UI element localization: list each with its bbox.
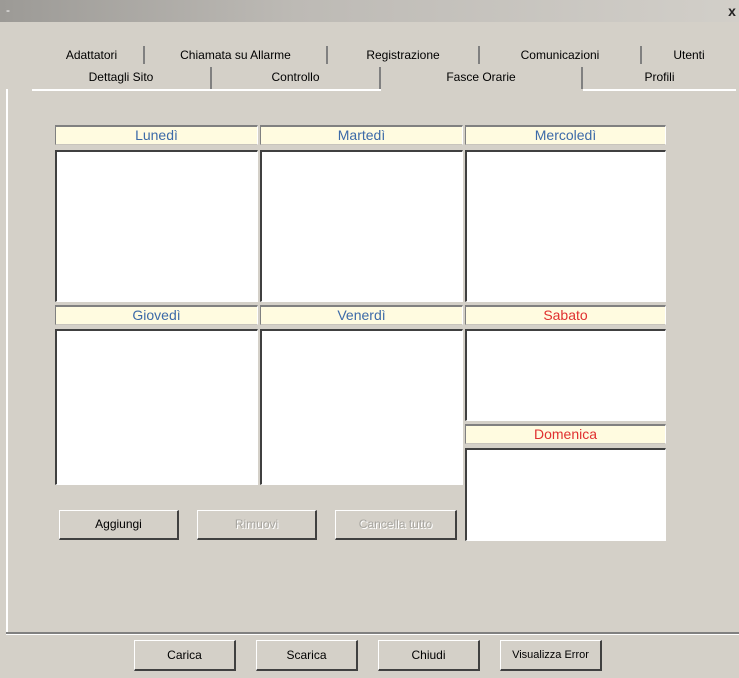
title-bar: - x xyxy=(0,0,739,22)
day-header-wednesday: Mercoledì xyxy=(465,125,666,145)
day-header-saturday: Sabato xyxy=(465,305,666,325)
thursday-schedule-list[interactable] xyxy=(55,329,258,485)
footer-divider-highlight xyxy=(6,634,739,635)
close-button[interactable]: Chiudi xyxy=(378,640,480,671)
remove-button[interactable]: Rimuovi xyxy=(197,510,317,540)
add-button[interactable]: Aggiungi xyxy=(59,510,179,540)
close-icon[interactable]: x xyxy=(725,2,739,20)
selected-tab-gap xyxy=(381,89,583,91)
window-title: - xyxy=(6,3,10,17)
tab-row-bottom: Dettagli Sito Controllo Fasce Orarie Pro… xyxy=(32,67,736,89)
friday-schedule-list[interactable] xyxy=(260,329,463,485)
clear-all-button[interactable]: Cancella tutto xyxy=(335,510,457,540)
tuesday-schedule-list[interactable] xyxy=(260,150,463,302)
tab-row-top: Adattatori Chiamata su Allarme Registraz… xyxy=(40,46,736,64)
panel-border xyxy=(6,89,8,633)
day-header-friday: Venerdì xyxy=(260,305,463,325)
day-header-thursday: Giovedì xyxy=(55,305,258,325)
load-button[interactable]: Carica xyxy=(134,640,236,671)
tab-adattatori[interactable]: Adattatori xyxy=(40,46,145,64)
tab-registrazione[interactable]: Registrazione xyxy=(328,46,480,64)
tab-chiamata-su-allarme[interactable]: Chiamata su Allarme xyxy=(145,46,328,64)
tab-profili[interactable]: Profili xyxy=(583,67,736,89)
wednesday-schedule-list[interactable] xyxy=(465,150,666,302)
tab-fasce-orarie[interactable]: Fasce Orarie xyxy=(381,67,583,89)
view-errors-button[interactable]: Visualizza Error xyxy=(500,640,602,671)
day-header-sunday: Domenica xyxy=(465,424,666,444)
day-header-tuesday: Martedì xyxy=(260,125,463,145)
tab-utenti[interactable]: Utenti xyxy=(642,46,736,64)
download-button[interactable]: Scarica xyxy=(256,640,358,671)
tab-dettagli-sito[interactable]: Dettagli Sito xyxy=(32,67,212,89)
saturday-schedule-list[interactable] xyxy=(465,329,666,421)
tab-controllo[interactable]: Controllo xyxy=(212,67,381,89)
sunday-schedule-list[interactable] xyxy=(465,448,666,541)
tab-comunicazioni[interactable]: Comunicazioni xyxy=(480,46,642,64)
day-header-monday: Lunedì xyxy=(55,125,258,145)
monday-schedule-list[interactable] xyxy=(55,150,258,302)
